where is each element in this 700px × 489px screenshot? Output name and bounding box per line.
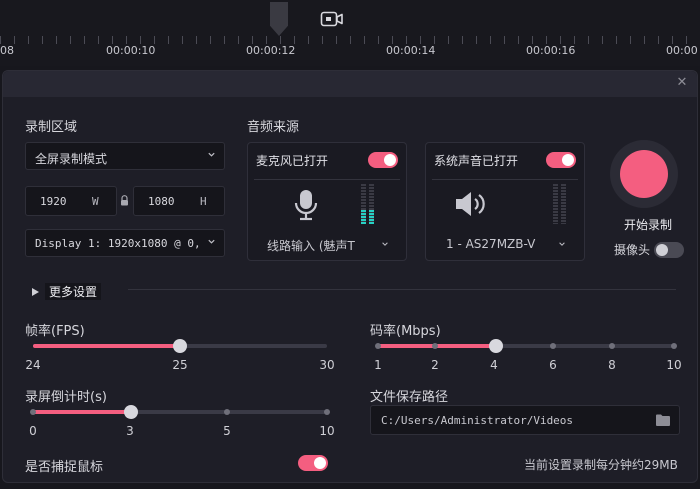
countdown-tick-label: 10 (319, 424, 335, 438)
width-value: 1920 (40, 195, 67, 208)
countdown-tick-label: 0 (29, 424, 37, 438)
ruler-label: 00:00:14 (386, 44, 436, 57)
bitrate-tick-label: 8 (608, 358, 616, 372)
panel-divider (432, 179, 578, 180)
capture-mouse-toggle[interactable] (298, 455, 328, 471)
time-ruler[interactable]: 08 00:00:10 00:00:12 00:00:14 00:00:16 0… (0, 36, 700, 66)
display-value: Display 1: 1920x1080 @ 0, (35, 237, 199, 250)
camera-label: 摄像头 (614, 243, 651, 257)
save-path-value: C:/Users/Administrator/Videos (381, 414, 574, 427)
bitrate-slider-thumb[interactable] (489, 339, 504, 353)
height-value: 1080 (148, 195, 175, 208)
bitrate-slider[interactable] (375, 339, 677, 353)
width-unit: W (92, 195, 99, 208)
playhead-handle[interactable] (270, 2, 288, 36)
start-record-button[interactable] (610, 140, 678, 208)
record-dot-icon (620, 150, 668, 198)
chevron-down-icon (208, 152, 215, 157)
audio-source-label: 音频来源 (247, 120, 300, 135)
fps-slider[interactable] (33, 339, 327, 353)
microphone-icon (294, 190, 318, 221)
capture-mouse-label: 是否捕捉鼠标 (25, 460, 104, 475)
fps-min-label: 24 (25, 358, 41, 372)
expand-triangle-icon[interactable] (32, 288, 39, 296)
camera-toggle[interactable] (654, 242, 684, 258)
record-mode-value: 全屏录制模式 (35, 152, 108, 166)
fps-max-label: 30 (319, 358, 335, 372)
bitrate-tick-label: 1 (374, 358, 382, 372)
speaker-icon (456, 192, 485, 216)
countdown-slider[interactable] (30, 405, 330, 419)
countdown-label: 录屏倒计时(s) (25, 390, 107, 405)
bitrate-label: 码率(Mbps) (370, 324, 441, 339)
system-audio-panel: 系统声音已打开 1 - AS27MZB-V (425, 142, 585, 261)
save-path-label: 文件保存路径 (370, 390, 449, 405)
mic-device-select[interactable]: 线路输入 (魅声T (267, 237, 377, 254)
system-audio-level-meter (553, 184, 567, 224)
mic-title: 麦克风已打开 (256, 154, 329, 168)
microphone-panel: 麦克风已打开 线路输入 (魅声T (247, 142, 407, 261)
ruler-label: 00:00:12 (246, 44, 296, 57)
countdown-slider-thumb[interactable] (124, 405, 138, 419)
record-mode-select[interactable]: 全屏录制模式 (25, 142, 225, 170)
chevron-down-icon[interactable] (381, 240, 389, 248)
save-path-input[interactable]: C:/Users/Administrator/Videos (370, 405, 680, 435)
bitrate-tick-label: 6 (549, 358, 557, 372)
fps-mid-label: 25 (172, 358, 188, 372)
ruler-label: 00:00:10 (106, 44, 156, 57)
system-audio-toggle[interactable] (546, 152, 576, 168)
bitrate-tick-label: 10 (666, 358, 682, 372)
fps-label: 帧率(FPS) (25, 324, 85, 339)
display-select[interactable]: Display 1: 1920x1080 @ 0, (25, 229, 225, 257)
bitrate-tick-label: 2 (431, 358, 439, 372)
countdown-tick-label: 5 (223, 424, 231, 438)
chevron-down-icon[interactable] (558, 240, 566, 248)
ruler-label: 00:00:16 (526, 44, 576, 57)
system-audio-device-select[interactable]: 1 - AS27MZB-V (446, 237, 556, 251)
camera-record-icon[interactable] (320, 10, 344, 28)
countdown-slider-fill (33, 410, 131, 414)
section-divider (128, 289, 676, 290)
size-estimate-text: 当前设置录制每分钟约29MB (524, 458, 678, 472)
ruler-label: 00:00 (666, 44, 698, 57)
start-record-label: 开始录制 (624, 218, 673, 232)
more-settings-toggle[interactable]: 更多设置 (45, 283, 102, 300)
height-unit: H (200, 195, 207, 208)
panel-divider (254, 179, 400, 180)
folder-icon[interactable] (656, 414, 670, 426)
record-area-label: 录制区域 (25, 120, 78, 135)
timeline: 08 00:00:10 00:00:12 00:00:14 00:00:16 0… (0, 0, 700, 66)
ruler-ticks (0, 36, 700, 44)
system-audio-title: 系统声音已打开 (434, 154, 519, 168)
bitrate-tick-label: 4 (490, 358, 498, 372)
countdown-tick-label: 3 (126, 424, 134, 438)
mic-toggle[interactable] (368, 152, 398, 168)
fps-slider-fill (33, 344, 180, 348)
close-icon[interactable]: ✕ (675, 76, 689, 90)
dialog-header: ✕ (3, 71, 697, 97)
height-input[interactable]: 1080 H (133, 186, 225, 216)
lock-icon[interactable] (120, 195, 129, 206)
fps-slider-thumb[interactable] (173, 339, 187, 353)
mic-level-meter (361, 184, 375, 224)
chevron-down-icon (208, 239, 215, 244)
ruler-label: 08 (0, 44, 14, 57)
width-input[interactable]: 1920 W (25, 186, 117, 216)
